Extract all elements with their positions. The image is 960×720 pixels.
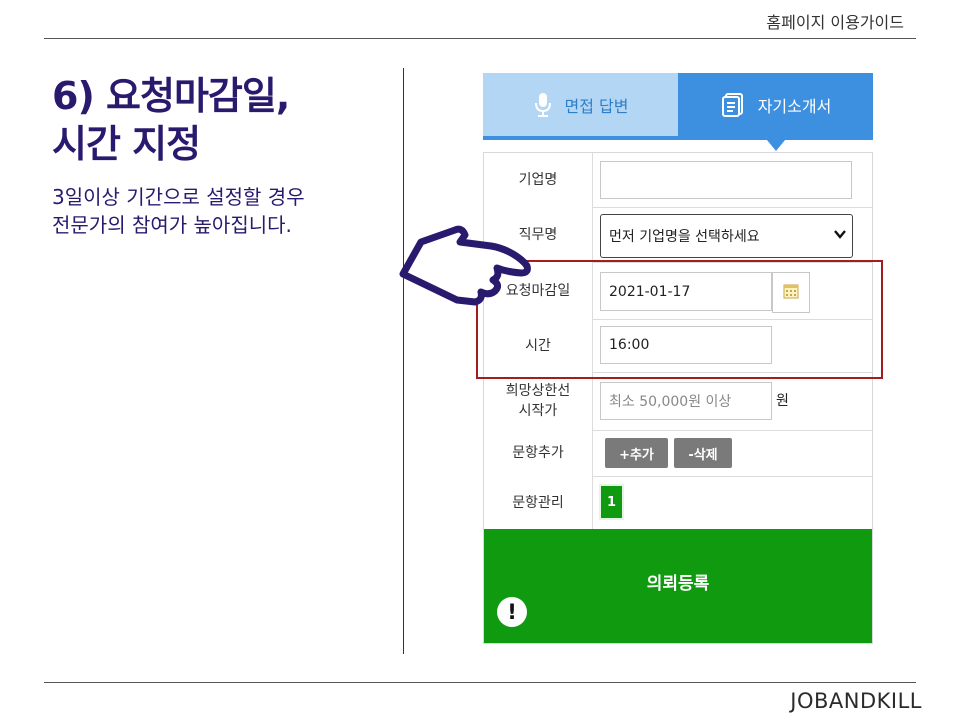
question-manage-label: 문항관리	[484, 476, 593, 529]
submit-request-label: 의뢰등록	[646, 574, 710, 594]
submit-request-button[interactable]: 의뢰등록 !	[484, 529, 872, 643]
chevron-down-icon	[834, 228, 846, 244]
company-input[interactable]	[600, 161, 852, 199]
question-page-1[interactable]: 1	[599, 484, 624, 520]
guide-header-title: 홈페이지 이용가이드	[766, 13, 904, 32]
slide-description-line-2: 전문가의 참여가 높아집니다.	[52, 213, 292, 237]
active-tab-indicator	[767, 140, 785, 151]
job-select-value: 먼저 기업명을 선택하세요	[609, 229, 760, 245]
microphone-icon	[533, 92, 553, 118]
document-icon	[720, 92, 746, 118]
slide-title-line-1: 6) 요청마감일,	[52, 74, 290, 118]
job-select[interactable]: 먼저 기업명을 선택하세요	[600, 214, 853, 258]
price-label: 희망상한선 시작가	[484, 372, 593, 430]
question-add-label: 문항추가	[484, 430, 593, 476]
bottom-divider	[44, 682, 916, 683]
vertical-divider	[403, 68, 404, 654]
top-divider	[44, 38, 916, 39]
slide-title-line-2: 시간 지정	[52, 122, 201, 166]
price-label-line-1: 희망상한선	[505, 383, 571, 399]
form-row-job: 직무명 먼저 기업명을 선택하세요	[484, 207, 872, 263]
tab-cover-letter-label: 자기소개서	[757, 96, 832, 116]
company-label: 기업명	[484, 153, 593, 207]
brand-logo-text: JOBANDKILL	[790, 689, 922, 713]
exclamation-icon: !	[497, 597, 527, 627]
price-input-placeholder: 최소 50,000원 이상	[609, 394, 732, 410]
tab-underline	[483, 136, 873, 140]
add-question-button[interactable]: +추가	[605, 438, 668, 468]
tab-cover-letter[interactable]: 자기소개서	[678, 73, 873, 136]
slide-description: 3일이상 기간으로 설정할 경우 전문가의 참여가 높아집니다.	[52, 183, 305, 239]
tab-interview-answer-label: 면접 답변	[564, 96, 629, 116]
form-row-company: 기업명	[484, 153, 872, 208]
request-form: 기업명 직무명 먼저 기업명을 선택하세요 요청마감일 2021-01-17 시…	[483, 152, 873, 644]
price-input[interactable]: 최소 50,000원 이상	[600, 382, 772, 420]
price-unit: 원	[776, 393, 789, 409]
form-row-price: 희망상한선 시작가 최소 50,000원 이상 원	[484, 372, 872, 431]
pointing-hand-icon	[399, 222, 539, 316]
slide-description-line-1: 3일이상 기간으로 설정할 경우	[52, 185, 305, 209]
delete-question-button[interactable]: -삭제	[674, 438, 732, 468]
form-row-question-manage: 문항관리 1	[484, 476, 872, 529]
tab-interview-answer[interactable]: 면접 답변	[483, 73, 678, 136]
slide-title: 6) 요청마감일, 시간 지정	[52, 72, 290, 168]
form-row-question-add: 문항추가 +추가 -삭제	[484, 430, 872, 477]
price-label-line-2: 시작가	[518, 403, 558, 419]
request-type-tabs: 면접 답변 자기소개서	[483, 73, 873, 151]
